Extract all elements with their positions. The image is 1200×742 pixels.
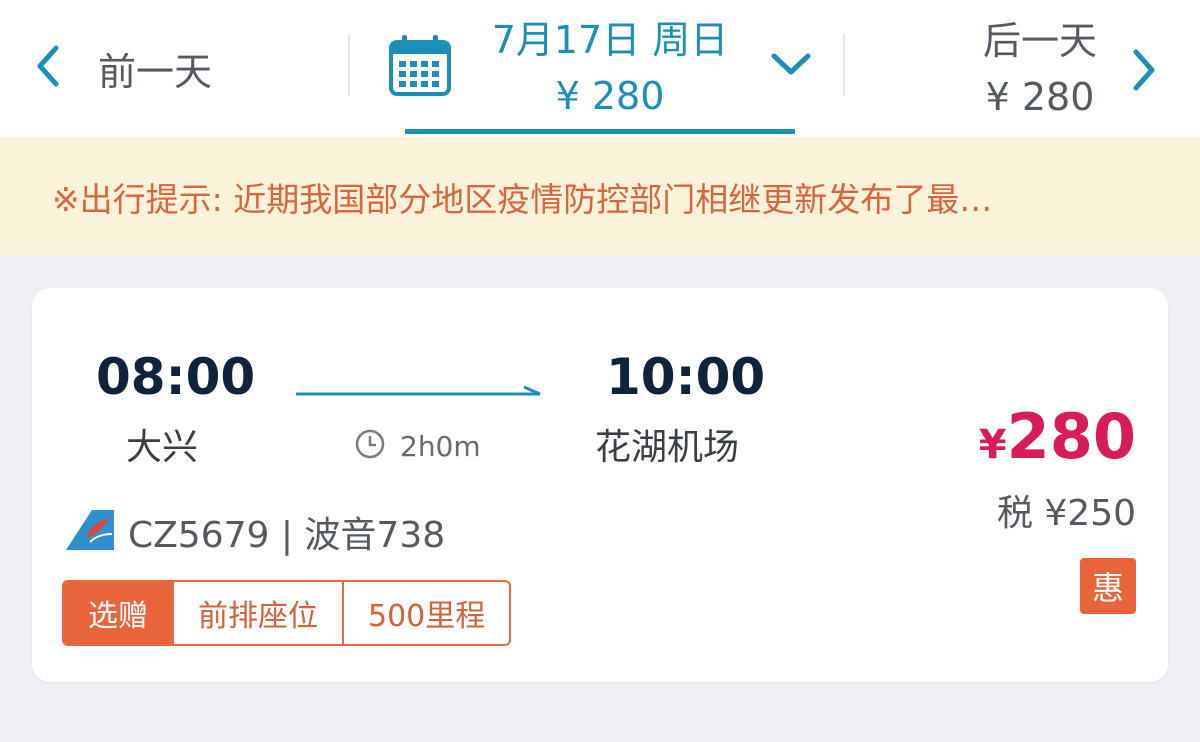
arrival-airport: 花湖机场 — [595, 427, 740, 468]
price-value: 280 — [1006, 400, 1136, 473]
flight-number-aircraft: CZ5679 | 波音738 — [128, 515, 446, 556]
departure-time: 08:00 — [96, 348, 256, 406]
tax-amount: 税 ¥250 — [996, 493, 1136, 534]
price-currency: ¥ — [978, 422, 1007, 468]
prev-day-button[interactable]: 前一天 — [34, 38, 274, 98]
prev-day-label: 前一天 — [98, 49, 213, 94]
next-day-label: 后一天 — [982, 19, 1097, 63]
duration-text: 2h0m — [400, 429, 481, 463]
divider — [348, 34, 350, 96]
next-day-price: ¥ 280 — [985, 75, 1095, 119]
travel-notice-text: ※出行提示: 近期我国部分地区疫情防控部门相继更新发布了最… — [52, 180, 993, 219]
chevron-left-icon — [34, 44, 60, 92]
flight-arrow-icon — [296, 383, 542, 402]
chevron-down-icon[interactable] — [770, 50, 812, 82]
current-date: 7月17日 周日 — [491, 18, 729, 62]
tag-front-seat[interactable]: 前排座位 — [172, 582, 342, 644]
chevron-right-icon — [1132, 48, 1158, 96]
date-navigation-bar: 前一天 7月17日 周日 ¥ 280 后一天 ¥ 280 — [0, 0, 1200, 137]
calendar-icon — [387, 33, 453, 103]
divider — [843, 34, 845, 96]
date-picker[interactable]: 7月17日 周日 ¥ 280 — [385, 0, 815, 137]
tag-mileage[interactable]: 500里程 — [342, 582, 509, 644]
departure-airport: 大兴 — [126, 427, 199, 468]
flight-duration: 2h0m — [354, 428, 481, 464]
travel-notice-banner[interactable]: ※出行提示: 近期我国部分地区疫情防控部门相继更新发布了最… — [0, 137, 1200, 255]
flight-info: CZ5679 | 波音738 — [64, 506, 445, 558]
next-day-button[interactable]: 后一天 ¥ 280 — [960, 16, 1170, 126]
airline-logo-icon — [64, 508, 116, 556]
flight-price: ¥ 280 — [979, 400, 1136, 473]
flight-card[interactable]: 08:00 大兴 2h0m 10:00 花湖机场 CZ5679 | 波音738 — [32, 288, 1168, 682]
perk-tags: 选赠 前排座位 500里程 — [62, 580, 512, 646]
current-date-price: ¥ 280 — [555, 74, 665, 118]
selected-date-indicator — [405, 129, 795, 134]
tag-gift[interactable]: 选赠 — [64, 582, 172, 644]
discount-badge: 惠 — [1080, 558, 1136, 614]
clock-icon — [354, 428, 386, 464]
arrival-time: 10:00 — [606, 348, 766, 406]
